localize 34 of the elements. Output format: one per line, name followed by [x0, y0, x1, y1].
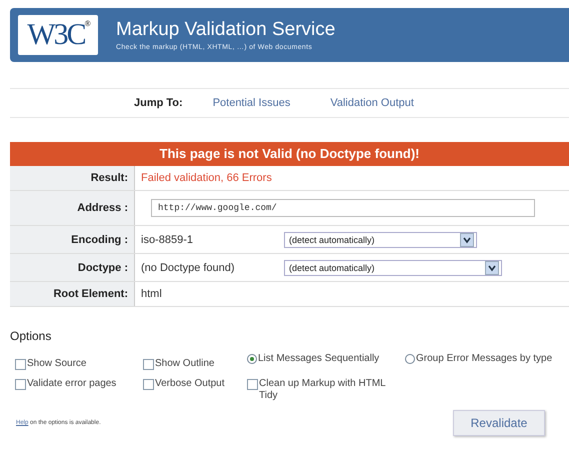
w3c-logo[interactable]: W3C$^{®}$ [18, 15, 98, 55]
option[interactable]: Group Error Messages by type [405, 353, 555, 365]
radio-button[interactable] [405, 354, 415, 364]
option[interactable]: Clean up Markup with HTML Tidy [247, 378, 405, 402]
option[interactable]: Show Outline [143, 353, 247, 370]
option[interactable]: Validate error pages [15, 378, 143, 390]
jump-link[interactable]: Potential Issues [212, 97, 290, 109]
row-value: html [141, 288, 162, 300]
dropdown[interactable]: (detect automatically) [284, 232, 477, 248]
checkbox[interactable] [15, 359, 26, 370]
checkbox[interactable] [15, 379, 26, 390]
option[interactable]: Verbose Output [143, 378, 247, 390]
row-label: Encoding : [10, 226, 135, 253]
checkbox[interactable] [143, 379, 154, 390]
dropdown[interactable]: (detect automatically) [284, 260, 502, 276]
jump-to-label: Jump To: [134, 97, 183, 109]
address-field[interactable]: http://www.google.com/ [151, 199, 535, 217]
row-value: (no Doctype found) [141, 262, 236, 274]
row-label: Result: [10, 166, 135, 190]
page-title: Markup Validation Service [116, 19, 336, 41]
row-label: Root Element: [10, 282, 135, 306]
option[interactable]: Show Source [15, 353, 143, 370]
checkbox[interactable] [247, 379, 258, 390]
row-label: Doctype : [10, 254, 135, 281]
radio-button[interactable] [247, 354, 257, 364]
jump-link[interactable]: Validation Output [330, 97, 414, 109]
row-value: Failed validation, 66 Errors [141, 172, 272, 184]
revalidate-button[interactable]: Revalidate [453, 410, 545, 436]
options-heading: Options [10, 329, 52, 343]
row-value: iso-8859-1 [141, 234, 194, 246]
error-banner: This page is not Valid (no Doctype found)! [10, 142, 569, 166]
checkbox[interactable] [143, 359, 154, 370]
row-label: Address : [10, 191, 135, 225]
option[interactable]: List Messages Sequentially [247, 353, 405, 365]
